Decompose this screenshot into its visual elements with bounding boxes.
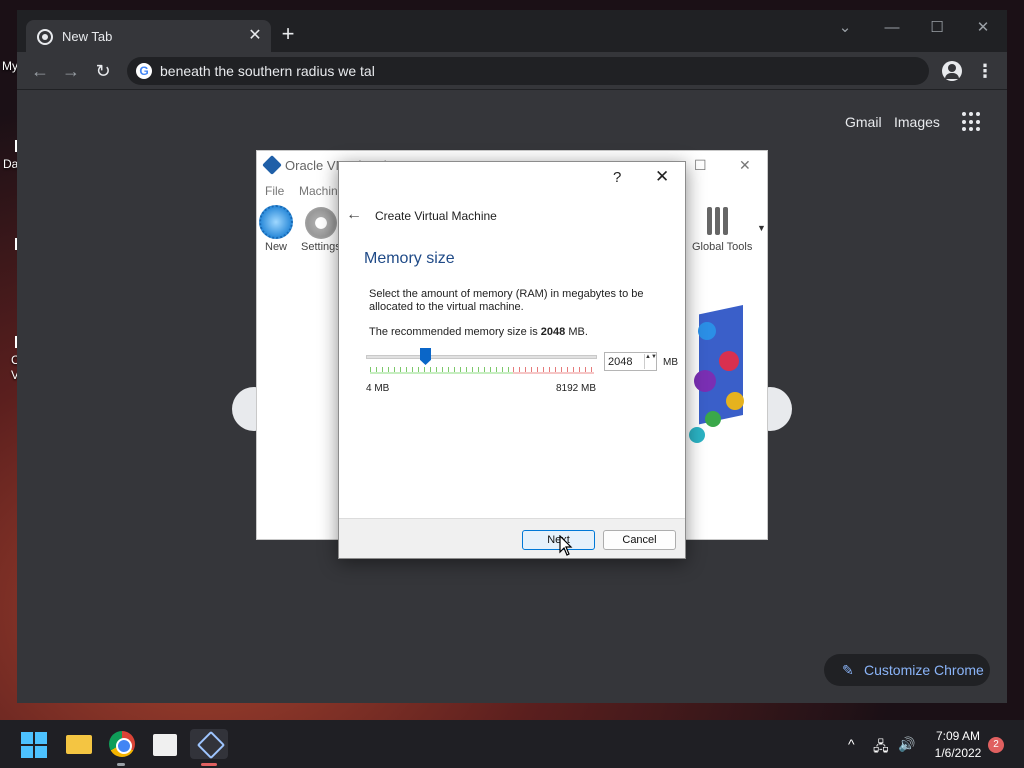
show-hidden-icons-icon[interactable]: ^ [848,736,855,752]
reload-icon[interactable]: ↻ [92,60,114,82]
memory-description: Select the amount of memory (RAM) in meg… [369,288,644,313]
images-link[interactable]: Images [894,114,940,130]
memory-slider-handle[interactable] [420,348,431,365]
global-tools-label[interactable]: Global Tools [692,241,752,253]
notification-badge[interactable]: 2 [988,737,1004,753]
chrome-taskbar-icon[interactable] [107,729,137,759]
chrome-toolbar: ← → ↻ G beneath the southern radius we t… [17,52,1007,90]
new-vm-label[interactable]: New [265,241,287,253]
pencil-icon: ✎ [842,662,854,678]
dialog-footer: Next Cancel [339,518,685,558]
menu-machine[interactable]: Machin [299,184,338,198]
close-icon[interactable]: ✕ [739,157,751,174]
virtualbox-logo-icon [262,155,282,175]
spin-arrows-icon[interactable]: ▲▼ [644,354,657,369]
create-vm-dialog: ? ✕ ← Create Virtual Machine Memory size… [338,161,686,559]
new-tab-button[interactable]: + [277,23,299,45]
settings-gear-icon[interactable] [305,207,337,239]
clock-time[interactable]: 7:09 AM [932,729,984,743]
maximize-icon[interactable]: ☐ [694,157,707,174]
microsoft-store-icon[interactable] [150,729,180,759]
minimize-icon[interactable]: — [879,18,905,38]
back-icon[interactable]: ← [29,60,51,82]
menu-file[interactable]: File [265,184,284,198]
tools-dropdown-icon[interactable]: ▼ [757,223,766,233]
tab-new-tab[interactable]: New Tab ✕ [26,20,271,54]
maximize-icon[interactable]: ☐ [924,18,950,38]
windows-start-icon[interactable] [18,729,48,759]
mouse-cursor-icon [559,535,573,556]
gmail-link[interactable]: Gmail [845,114,882,130]
close-window-icon[interactable]: ✕ [970,18,996,38]
slider-max-label: 8192 MB [556,383,597,394]
back-arrow-icon[interactable]: ← [346,206,362,224]
cancel-button[interactable]: Cancel [603,530,676,550]
google-icon: G [136,63,152,79]
virtualbox-taskbar-icon[interactable] [190,729,228,759]
close-icon[interactable]: ✕ [655,167,669,187]
recommended-memory-text: The recommended memory size is 2048 MB. [369,326,588,338]
page-title: Memory size [364,250,455,267]
help-icon[interactable]: ? [613,169,621,186]
tab-title: New Tab [62,29,113,44]
slider-min-label: 4 MB [366,383,390,394]
desktop-icon-label[interactable]: My [2,59,18,73]
active-indicator [201,763,217,766]
volume-icon[interactable]: 🔊 [898,736,915,753]
network-icon[interactable]: 🖧 [873,736,889,760]
address-bar-text[interactable]: beneath the southern radius we tal [160,63,375,79]
new-vm-icon[interactable] [259,205,293,239]
clock-date[interactable]: 1/6/2022 [930,746,986,760]
customize-chrome-label: Customize Chrome [864,662,984,678]
taskbar: ^ 🖧 🔊 7:09 AM 1/6/2022 2 [0,720,1024,768]
global-tools-icon[interactable] [707,207,737,237]
forward-icon[interactable]: → [60,60,82,82]
file-explorer-icon[interactable] [64,729,94,759]
profile-icon[interactable] [942,61,962,81]
settings-label[interactable]: Settings [301,241,341,253]
apps-grid-icon[interactable] [962,112,982,132]
virtualbox-mascot-illustration [689,304,744,443]
memory-size-spinbox[interactable]: 2048 ▲▼ [604,352,657,371]
tab-search-icon[interactable]: ⌄ [832,18,858,38]
dialog-header: Create Virtual Machine [375,209,497,223]
running-indicator [117,763,125,766]
recommended-memory-value: 2048 [540,326,566,338]
memory-slider-track[interactable] [366,355,597,359]
chrome-menu-icon[interactable]: ⋮ [975,61,995,81]
customize-chrome-button[interactable]: ✎ Customize Chrome [824,654,990,686]
address-bar[interactable]: G beneath the southern radius we tal [127,57,929,85]
memory-size-value[interactable]: 2048 [608,356,632,368]
memory-slider-scale [370,367,594,374]
memory-unit-label: MB [663,357,678,368]
chrome-titlebar: New Tab ✕ + ⌄ — ☐ ✕ [17,10,1007,54]
chrome-favicon-icon [37,29,53,45]
tab-close-icon[interactable]: ✕ [246,27,264,45]
